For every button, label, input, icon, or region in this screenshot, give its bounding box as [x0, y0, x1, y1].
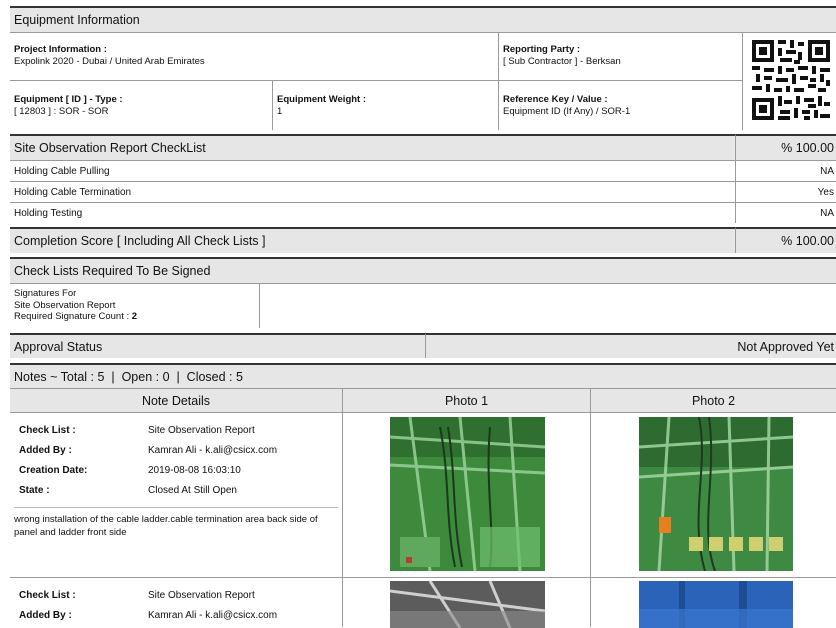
- approval-status: Not Approved Yet: [425, 333, 836, 358]
- equipment-id-label: Equipment [ ID ] - Type :: [14, 94, 123, 105]
- approval-header: Approval Status: [10, 333, 425, 358]
- checklist-item-value: NA: [735, 202, 836, 223]
- project-info-label: Project Information :: [14, 44, 107, 55]
- equipment-id-value: [ 12803 ] : SOR - SOR: [14, 106, 109, 117]
- signature-count-label: Required Signature Count :: [14, 311, 130, 322]
- note-details-cell: Check List : Site Observation Report Add…: [10, 577, 342, 627]
- note-added-by-value: Kamran Ali - k.ali@csicx.com: [148, 610, 278, 621]
- reporting-party-value: [ Sub Contractor ] - Berksan: [503, 56, 621, 67]
- note-state-label: State :: [19, 485, 50, 496]
- equipment-weight-cell: Equipment Weight : 1: [272, 80, 498, 130]
- reporting-party-label: Reporting Party :: [503, 44, 581, 55]
- signature-area: [259, 283, 836, 328]
- reference-key-cell: Reference Key / Value : Equipment ID (If…: [498, 80, 742, 130]
- checklist-item: Holding Cable Pulling: [10, 160, 735, 181]
- note-photo-1[interactable]: [390, 581, 545, 628]
- note-creation-date-value: 2019-08-08 16:03:10: [148, 465, 241, 476]
- signature-count-value: 2: [131, 311, 138, 322]
- note-divider: [14, 507, 338, 508]
- checklist-item-value: NA: [735, 160, 836, 181]
- approval-status-value: Not Approved Yet: [737, 339, 834, 354]
- photo1-cell: [342, 577, 590, 628]
- checklist-item-label: Holding Cable Termination: [14, 186, 132, 198]
- completion-score: % 100.00: [735, 227, 836, 253]
- note-creation-date-label: Creation Date:: [19, 465, 88, 476]
- checklist-item-label: Holding Testing: [14, 207, 83, 219]
- note-photo-2[interactable]: [639, 417, 793, 571]
- note-checklist-value: Site Observation Report: [148, 590, 255, 601]
- checklist-score: % 100.00: [735, 134, 836, 160]
- notes-summary-text: Notes ~ Total : 5 | Open : 0 | Closed : …: [14, 369, 243, 384]
- note-added-by-label: Added By :: [19, 445, 72, 456]
- completion-score-value: % 100.00: [781, 234, 834, 248]
- checklist-title: Site Observation Report CheckList: [14, 141, 206, 155]
- completion-header: Completion Score [ Including All Check L…: [10, 227, 735, 253]
- checklist-item-label: Holding Cable Pulling: [14, 165, 110, 177]
- equipment-info-header: Equipment Information: [10, 6, 836, 32]
- project-info-cell: Project Information : Expolink 2020 - Du…: [10, 32, 498, 80]
- signatures-title: Check Lists Required To Be Signed: [14, 264, 211, 278]
- note-photo-1[interactable]: [390, 417, 545, 571]
- photo1-cell: [342, 412, 590, 577]
- note-details-column-label: Note Details: [141, 393, 211, 408]
- reference-key-value: Equipment ID (If Any) / SOR-1: [503, 106, 631, 117]
- note-added-by-label: Added By :: [19, 610, 72, 621]
- qr-code-icon: [752, 40, 830, 120]
- completion-title: Completion Score [ Including All Check L…: [14, 234, 266, 248]
- photo1-column-label: Photo 1: [444, 393, 489, 408]
- notes-summary: Notes ~ Total : 5 | Open : 0 | Closed : …: [10, 363, 836, 388]
- photo2-column-label: Photo 2: [691, 393, 736, 408]
- note-details-cell: Check List : Site Observation Report Add…: [10, 412, 342, 577]
- equipment-weight-label: Equipment Weight :: [277, 94, 367, 105]
- note-state-value: Closed At Still Open: [148, 485, 237, 496]
- signatures-header: Check Lists Required To Be Signed: [10, 257, 836, 283]
- checklist-item: Holding Testing: [10, 202, 735, 223]
- reference-key-label: Reference Key / Value :: [503, 94, 608, 105]
- checklist-item-value-text: NA: [820, 165, 834, 177]
- signatures-line2: Site Observation Report: [14, 299, 116, 311]
- note-added-by-value: Kamran Ali - k.ali@csicx.com: [148, 445, 278, 456]
- photo2-cell: [590, 577, 836, 628]
- approval-title: Approval Status: [14, 339, 103, 354]
- note-details-column-header: Note Details: [10, 388, 342, 412]
- checklist-score-value: % 100.00: [781, 141, 834, 155]
- checklist-item-value: Yes: [735, 181, 836, 202]
- checklist-item: Holding Cable Termination: [10, 181, 735, 202]
- photo1-column-header: Photo 1: [342, 388, 590, 412]
- note-description: wrong installation of the cable ladder.c…: [14, 514, 318, 538]
- note-checklist-label: Check List :: [19, 590, 76, 601]
- signatures-line1: Signatures For: [14, 288, 77, 299]
- photo2-cell: [590, 412, 836, 577]
- qr-code-cell: [742, 32, 836, 130]
- checklist-item-value-text: NA: [820, 207, 834, 219]
- project-info-value: Expolink 2020 - Dubai / United Arab Emir…: [14, 56, 205, 67]
- note-checklist-label: Check List :: [19, 425, 76, 436]
- photo2-column-header: Photo 2: [590, 388, 836, 412]
- reporting-party-cell: Reporting Party : [ Sub Contractor ] - B…: [498, 32, 742, 80]
- note-photo-2[interactable]: [639, 581, 793, 628]
- signatures-cell: Signatures For Site Observation Report R…: [10, 283, 259, 328]
- note-checklist-value: Site Observation Report: [148, 425, 255, 436]
- equipment-info-title: Equipment Information: [14, 13, 140, 27]
- equipment-weight-value: 1: [277, 106, 283, 117]
- checklist-item-value-text: Yes: [817, 186, 834, 198]
- equipment-id-cell: Equipment [ ID ] - Type : [ 12803 ] : SO…: [10, 80, 272, 130]
- checklist-header: Site Observation Report CheckList: [10, 134, 735, 160]
